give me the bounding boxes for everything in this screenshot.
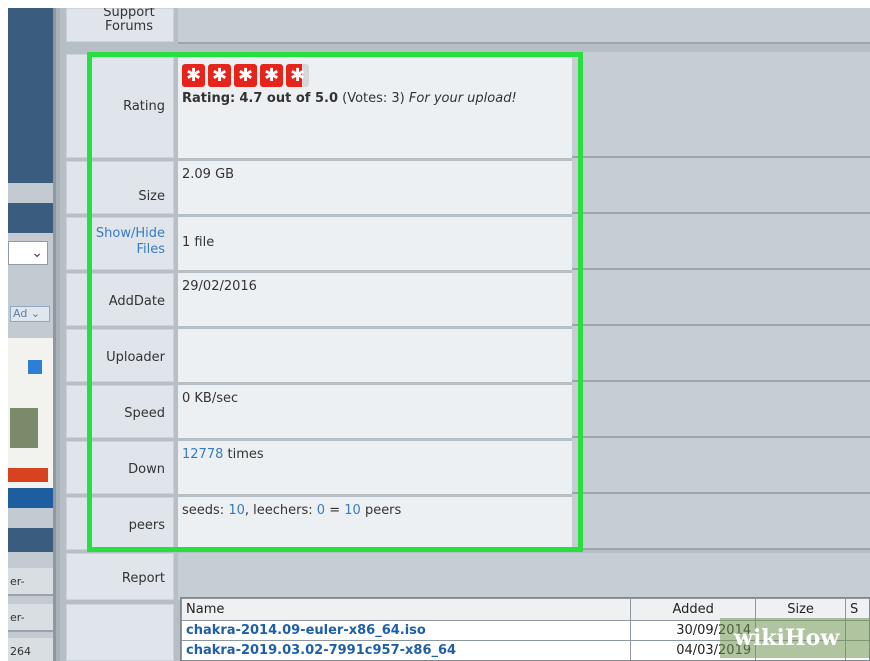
- ad-product-image: [10, 408, 38, 448]
- adddate-label: AddDate: [66, 273, 174, 326]
- rating-score: 4.7 out of 5.0: [239, 91, 338, 106]
- support-forums-row: Support Forums: [60, 8, 870, 44]
- sidebar-row[interactable]: er-: [8, 568, 53, 596]
- file-list-label-cell: [66, 604, 174, 661]
- row-filler: [178, 553, 870, 600]
- uploader-row: Uploader: [60, 326, 870, 382]
- file-name-link[interactable]: chakra-2014.09-euler-x86_64.iso: [181, 620, 632, 641]
- half-star-icon[interactable]: ✱: [286, 64, 309, 87]
- speed-row: Speed 0 KB/sec: [60, 382, 870, 438]
- adddate-value: 29/02/2016: [178, 273, 572, 326]
- seeds-label: seeds:: [182, 503, 225, 518]
- show-hide-files-link[interactable]: Show/Hide Files: [66, 217, 174, 270]
- row-filler: [572, 382, 870, 438]
- row-filler: [572, 52, 870, 158]
- leechers-count: 0: [316, 503, 326, 518]
- sidebar-row[interactable]: 264: [8, 638, 53, 661]
- sidebar-row[interactable]: er-: [8, 604, 53, 632]
- row-filler: [572, 158, 870, 214]
- files-value: 1 file: [178, 217, 572, 270]
- uploader-value: [178, 329, 572, 382]
- ad-label: Ad: [13, 307, 28, 320]
- rating-text: Rating: 4.7 out of 5.0 (Votes: 3) For yo…: [182, 91, 568, 106]
- sidebar-dark-panel: [8, 8, 53, 183]
- screenshot-frame: ⌄ Ad ⌄ er- er- 264 Support Forums Rating…: [8, 8, 870, 661]
- star-icon[interactable]: ✱: [260, 64, 283, 87]
- ad-badge[interactable]: Ad ⌄: [10, 306, 50, 322]
- wikihow-watermark: wikiHow: [720, 618, 870, 658]
- star-rating[interactable]: ✱ ✱ ✱ ✱ ✱: [182, 64, 568, 87]
- sidebar-section-header: [8, 528, 53, 552]
- seeds-count: 10: [228, 503, 245, 518]
- rating-note: For your upload!: [408, 91, 517, 106]
- star-icon[interactable]: ✱: [208, 64, 231, 87]
- peers-label: peers: [66, 497, 174, 550]
- ad-banner: [8, 488, 53, 508]
- rating-label: Rating: [66, 54, 174, 158]
- down-row: Down 12778 times: [60, 438, 870, 494]
- speed-label: Speed: [66, 385, 174, 438]
- rating-row: Rating ✱ ✱ ✱ ✱ ✱ Rating: 4.7 out of 5.0 …: [60, 52, 870, 158]
- speed-value: 0 KB/sec: [178, 385, 572, 438]
- file-name-link[interactable]: chakra-2019.03.02-7991c957-x86_64: [181, 640, 632, 660]
- torrent-details-table: Support Forums Rating ✱ ✱ ✱ ✱ ✱ Rating: …: [60, 8, 870, 661]
- report-link[interactable]: Report: [66, 553, 174, 600]
- sidebar-dropdown[interactable]: ⌄: [8, 241, 48, 265]
- uploader-label: Uploader: [66, 329, 174, 382]
- row-filler: [572, 494, 870, 550]
- down-label: Down: [66, 441, 174, 494]
- ad-image[interactable]: [8, 338, 53, 508]
- show-hide-files-label: Show/Hide Files: [95, 226, 165, 257]
- windows-logo-icon: [28, 360, 42, 374]
- row-filler: [572, 270, 870, 326]
- row-filler: [572, 438, 870, 494]
- peers-suffix: peers: [364, 503, 402, 518]
- rating-prefix: Rating:: [182, 91, 236, 106]
- sidebar-header: [8, 203, 53, 233]
- support-forums-label: Support Forums: [103, 8, 155, 34]
- rating-value: ✱ ✱ ✱ ✱ ✱ Rating: 4.7 out of 5.0 (Votes:…: [178, 54, 572, 158]
- download-count: 12778: [182, 447, 224, 462]
- equals-sign: =: [329, 503, 341, 518]
- ad-button: [8, 468, 48, 482]
- peers-row: peers seeds: 10, leechers: 0 = 10 peers: [60, 494, 870, 550]
- down-value: 12778 times: [178, 441, 572, 494]
- size-label: Size: [66, 161, 174, 214]
- leechers-label: , leechers:: [244, 503, 313, 518]
- star-icon[interactable]: ✱: [182, 64, 205, 87]
- row-filler: [572, 326, 870, 382]
- size-row: Size 2.09 GB: [60, 158, 870, 214]
- size-value: 2.09 GB: [178, 161, 572, 214]
- star-icon[interactable]: ✱: [234, 64, 257, 87]
- adddate-row: AddDate 29/02/2016: [60, 270, 870, 326]
- download-suffix: times: [227, 447, 264, 462]
- column-header-name[interactable]: Name: [181, 598, 632, 621]
- support-forums-link[interactable]: Support Forums: [66, 8, 174, 42]
- peers-total: 10: [344, 503, 361, 518]
- row-filler: [572, 214, 870, 270]
- row-filler: [178, 8, 870, 44]
- rating-votes: (Votes: 3): [342, 91, 405, 106]
- files-row: Show/Hide Files 1 file: [60, 214, 870, 270]
- report-row: Report: [60, 550, 870, 600]
- left-sidebar: ⌄ Ad ⌄ er- er- 264: [8, 8, 56, 661]
- peers-value: seeds: 10, leechers: 0 = 10 peers: [178, 497, 572, 550]
- chevron-down-icon: ⌄: [31, 245, 43, 261]
